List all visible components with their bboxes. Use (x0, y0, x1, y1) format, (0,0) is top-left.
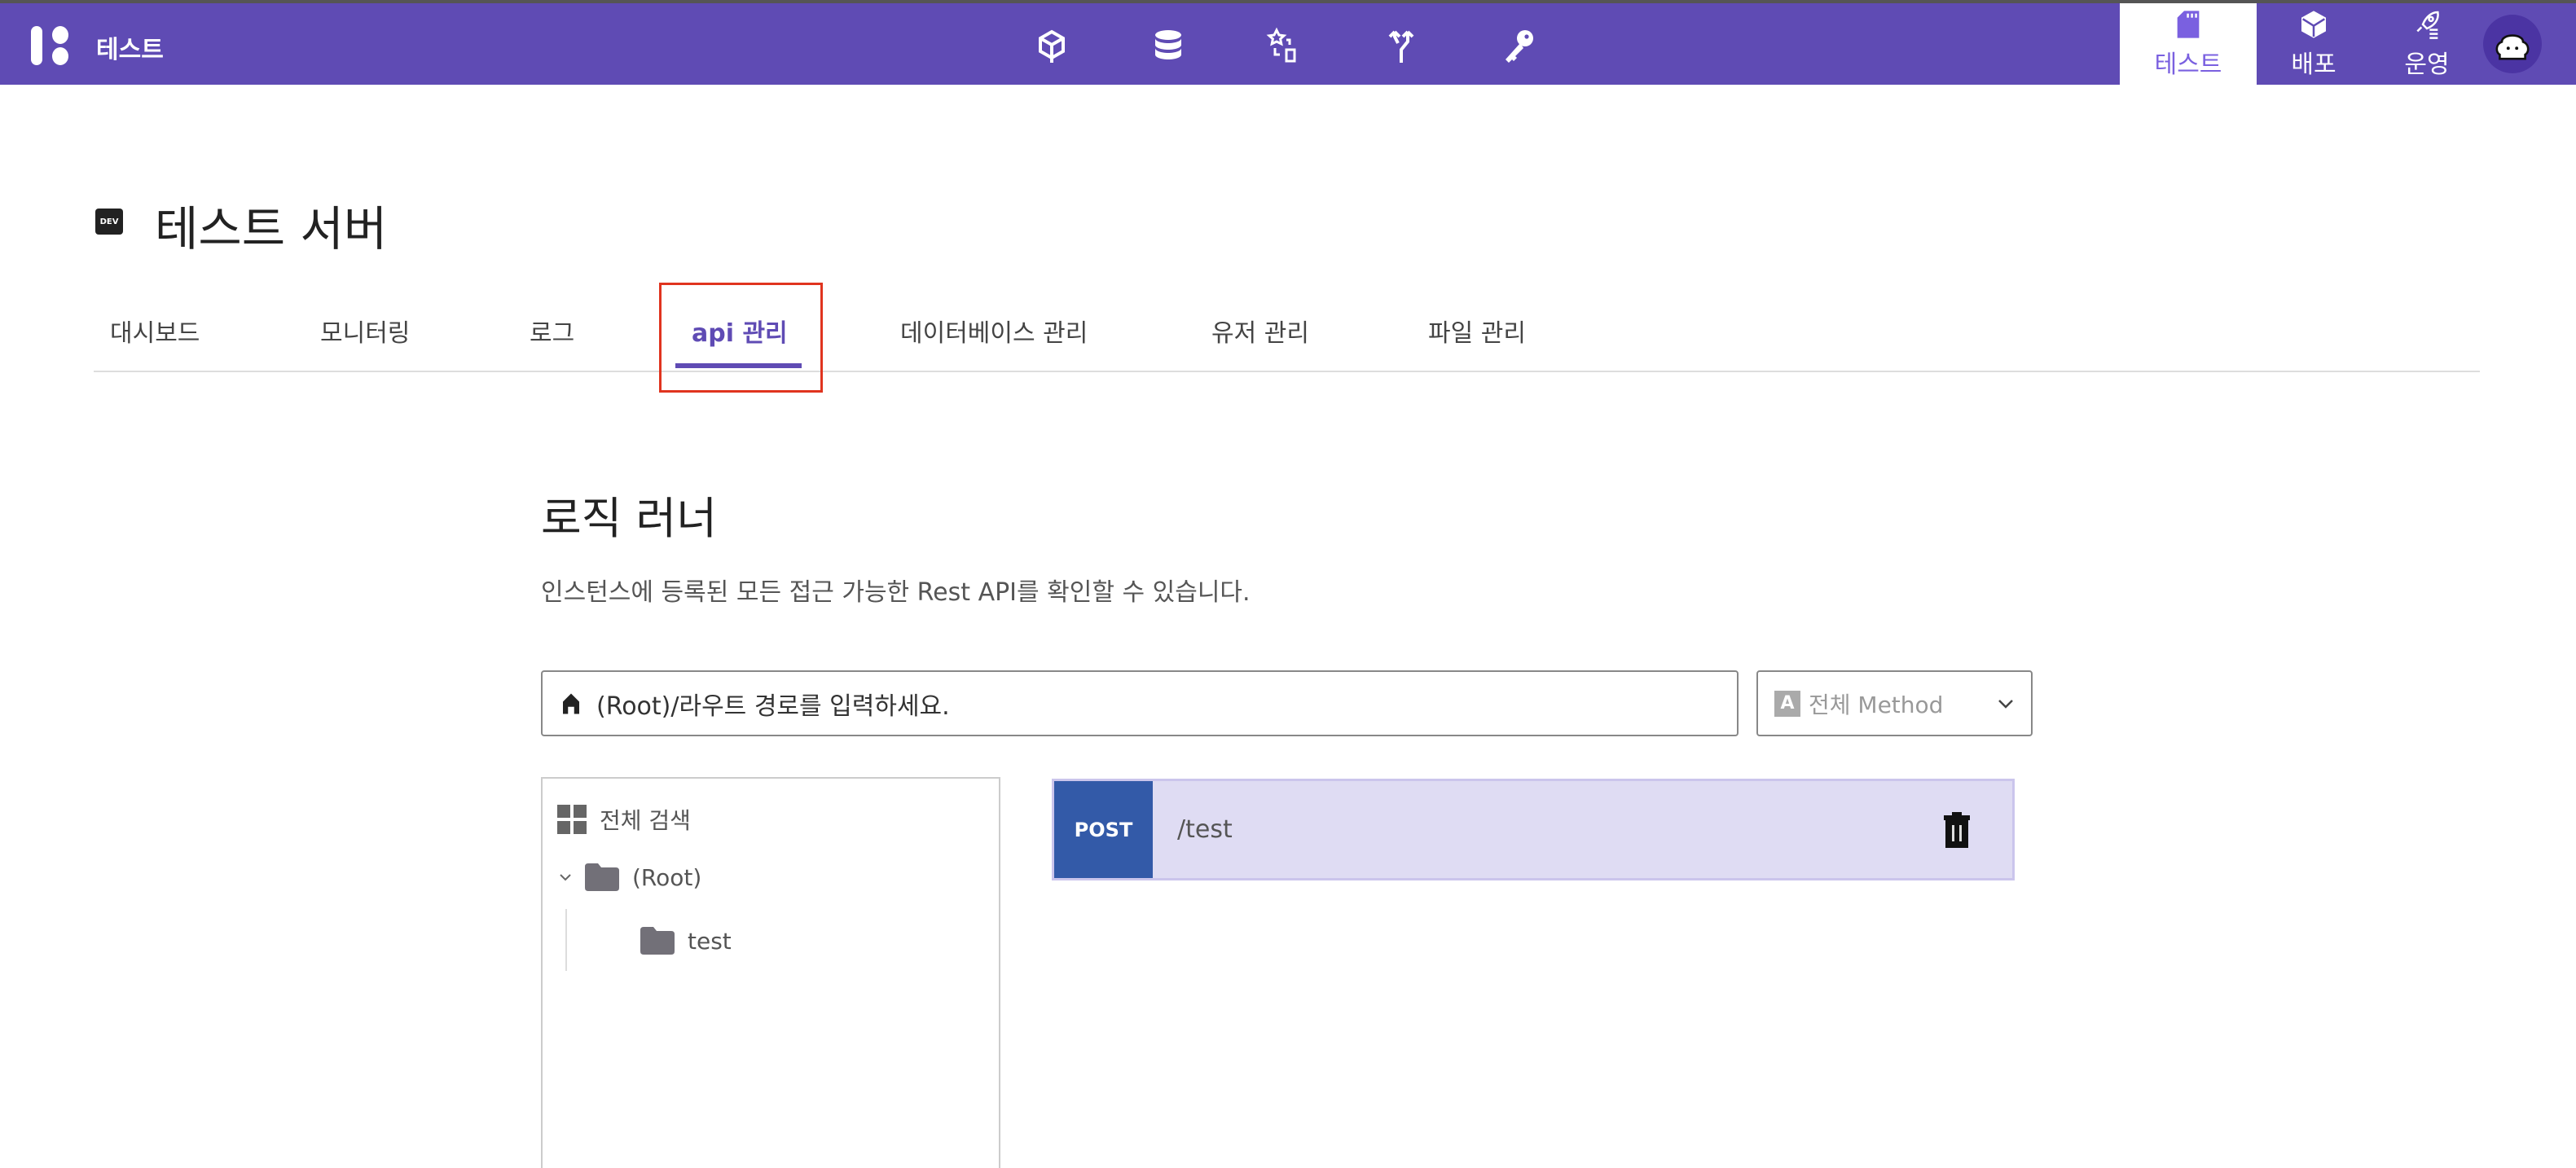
tree-item-label: test (688, 927, 732, 955)
sd-card-icon (2177, 11, 2200, 38)
app-name[interactable]: 테스트 (96, 29, 164, 65)
tab-operate[interactable]: 운영 (2358, 3, 2495, 85)
trash-icon[interactable] (1942, 811, 1972, 848)
tabs-divider (94, 371, 2480, 372)
search-placeholder: 라우트 경로를 입력하세요. (679, 692, 950, 721)
database-icon[interactable] (1148, 26, 1189, 67)
tab-logs[interactable]: 로그 (530, 313, 574, 349)
rocket-icon (2416, 11, 2439, 39)
tab-monitoring[interactable]: 모니터링 (320, 313, 410, 349)
tab-operate-label: 운영 (2404, 50, 2450, 79)
home-icon (563, 693, 579, 714)
route-search-input[interactable]: (Root)/라우트 경로를 입력하세요. (541, 670, 1739, 736)
search-prefix: (Root)/ (596, 692, 679, 721)
tree-item-search-all[interactable]: 전체 검색 (557, 803, 691, 836)
tab-deploy-label: 배포 (2291, 50, 2336, 79)
tab-file-management[interactable]: 파일 관리 (1428, 313, 1526, 349)
logo-icon[interactable] (29, 26, 72, 65)
fork-icon[interactable] (1381, 26, 1422, 67)
tab-user-management[interactable]: 유저 관리 (1211, 313, 1309, 349)
grid-icon (557, 805, 587, 834)
section-description: 인스턴스에 등록된 모든 접근 가능한 Rest API를 확인할 수 있습니다… (541, 578, 1251, 607)
page-title: 테스트 서버 (155, 201, 388, 257)
star-transform-icon[interactable] (1264, 26, 1305, 67)
chevron-down-icon (1998, 699, 2013, 709)
env-badge-icon: DEV (95, 209, 123, 235)
method-select[interactable]: A 전체 Method (1756, 670, 2033, 736)
top-navbar: 테스트 테스트 배포 운영 (0, 3, 2576, 85)
tab-database-management[interactable]: 데이터베이스 관리 (900, 313, 1088, 349)
folder-icon (640, 927, 675, 955)
tree-item-label: 전체 검색 (600, 807, 691, 834)
route-row[interactable]: POST /test (1052, 779, 2015, 880)
box-icon (2301, 11, 2326, 38)
tree-item-root[interactable]: (Root) (559, 863, 701, 891)
tree-item-label: (Root) (632, 863, 702, 891)
route-tree-panel: 전체 검색 (Root) test (541, 777, 1000, 1168)
method-badge: POST (1054, 781, 1153, 878)
tab-dashboard[interactable]: 대시보드 (110, 313, 200, 349)
route-path: /test (1177, 815, 1233, 844)
tree-item-test[interactable]: test (640, 927, 732, 955)
highlight-box (659, 283, 823, 393)
tab-test[interactable]: 테스트 (2120, 3, 2257, 85)
tab-test-label: 테스트 (2154, 50, 2222, 79)
user-avatar[interactable] (2483, 15, 2542, 73)
chevron-down-icon[interactable] (559, 873, 572, 881)
section-heading: 로직 러너 (541, 493, 717, 544)
method-a-icon: A (1774, 690, 1800, 717)
tree-guide-line (565, 909, 567, 971)
method-select-value: 전체 Method (1809, 691, 1944, 718)
cube-icon[interactable] (1031, 26, 1072, 67)
folder-icon (585, 863, 619, 891)
key-icon[interactable] (1498, 26, 1539, 67)
